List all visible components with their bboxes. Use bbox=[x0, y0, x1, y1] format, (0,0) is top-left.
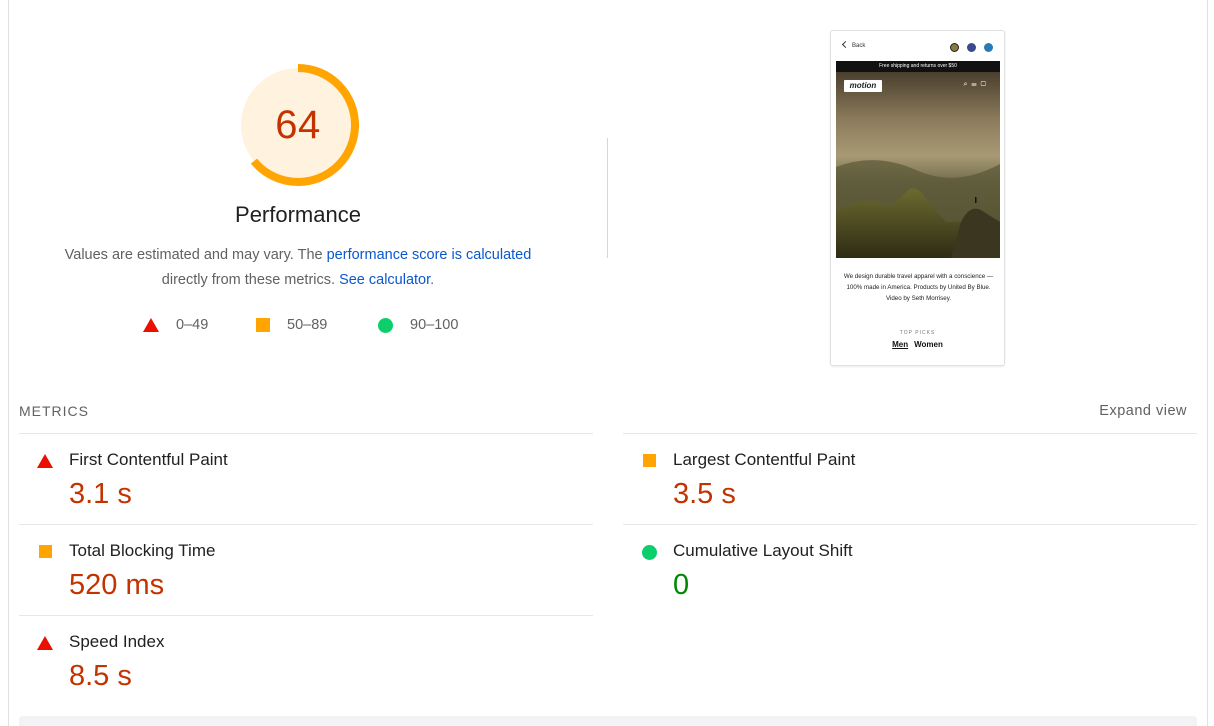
vertical-divider bbox=[607, 138, 608, 258]
description-suffix: . bbox=[430, 272, 435, 288]
screenshot-top-picks: TOP PICKS bbox=[899, 330, 936, 336]
chevron-left-icon bbox=[841, 40, 850, 49]
metric-value: 8.5 s bbox=[69, 660, 132, 692]
screenshot-hero-image: motion ⌕☰▢ bbox=[836, 72, 1000, 258]
legend-pass: 90–100 bbox=[378, 317, 458, 333]
square-icon bbox=[256, 318, 270, 332]
pass-circle-icon bbox=[641, 545, 657, 565]
legend-average: 50–89 bbox=[256, 317, 327, 333]
screenshot-copy: We design durable travel apparel with a … bbox=[843, 273, 994, 302]
average-square-icon bbox=[37, 545, 52, 563]
expand-view-toggle[interactable]: Expand view bbox=[1099, 403, 1187, 419]
score-calculated-link[interactable]: performance score is calculated bbox=[327, 247, 532, 263]
circle-icon bbox=[378, 317, 393, 333]
bag-icon: ▢ bbox=[980, 81, 990, 88]
legend-fail: 0–49 bbox=[143, 317, 208, 333]
page-screenshot[interactable]: Back Free shipping and returns over $50 bbox=[830, 30, 1005, 366]
next-section-bar bbox=[19, 716, 1197, 726]
metrics-heading: METRICS bbox=[19, 403, 89, 419]
legend-average-label: 50–89 bbox=[287, 317, 328, 333]
screenshot-banner: Free shipping and returns over $50 bbox=[836, 61, 1000, 72]
metric-value: 520 ms bbox=[69, 569, 165, 601]
metric-first-contentful-paint[interactable]: First Contentful Paint 3.1 s bbox=[19, 434, 579, 524]
description-middle: directly from these metrics. bbox=[161, 272, 340, 288]
swatch-2 bbox=[967, 43, 976, 52]
triangle-icon bbox=[143, 318, 159, 332]
performance-title: Performance bbox=[235, 202, 361, 227]
menu-icon: ☰ bbox=[971, 81, 981, 88]
metric-name: First Contentful Paint bbox=[69, 450, 228, 469]
metric-cumulative-layout-shift[interactable]: Cumulative Layout Shift 0 bbox=[623, 525, 1183, 615]
legend-fail-label: 0–49 bbox=[176, 317, 209, 333]
swatch-3 bbox=[984, 43, 993, 52]
swatch-1 bbox=[950, 43, 959, 52]
metric-name: Speed Index bbox=[69, 632, 165, 651]
metric-name: Total Blocking Time bbox=[69, 541, 216, 560]
metric-value: 0 bbox=[673, 569, 690, 601]
score-description: Values are estimated and may vary. The p… bbox=[40, 243, 556, 293]
screenshot-header-icons: ⌕☰▢ bbox=[964, 81, 991, 89]
average-square-icon bbox=[641, 454, 656, 472]
metric-total-blocking-time[interactable]: Total Blocking Time 520 ms bbox=[19, 525, 579, 615]
see-calculator-link[interactable]: See calculator bbox=[339, 272, 430, 288]
description-prefix: Values are estimated and may vary. The bbox=[64, 247, 327, 263]
metric-value: 3.5 s bbox=[673, 478, 736, 510]
legend-pass-label: 90–100 bbox=[410, 317, 459, 333]
screenshot-tabs: Men Women bbox=[831, 340, 1004, 349]
screenshot-back: Back bbox=[841, 40, 866, 49]
metric-name: Cumulative Layout Shift bbox=[673, 541, 853, 560]
metric-value: 3.1 s bbox=[69, 478, 132, 510]
metric-largest-contentful-paint[interactable]: Largest Contentful Paint 3.5 s bbox=[623, 434, 1183, 524]
screenshot-tab-women: Women bbox=[914, 340, 943, 349]
fail-triangle-icon bbox=[37, 636, 53, 655]
performance-score: 64 bbox=[275, 102, 321, 147]
mountain-landscape-image bbox=[836, 72, 1000, 258]
metric-speed-index[interactable]: Speed Index 8.5 s bbox=[19, 616, 579, 706]
screenshot-logo: motion bbox=[844, 80, 882, 92]
screenshot-topbar: Back bbox=[831, 39, 1004, 57]
fail-triangle-icon bbox=[37, 454, 53, 473]
screenshot-back-label: Back bbox=[852, 43, 866, 49]
metric-name: Largest Contentful Paint bbox=[673, 450, 856, 469]
screenshot-tab-men: Men bbox=[892, 340, 909, 349]
performance-gauge[interactable]: 64 bbox=[237, 64, 359, 186]
